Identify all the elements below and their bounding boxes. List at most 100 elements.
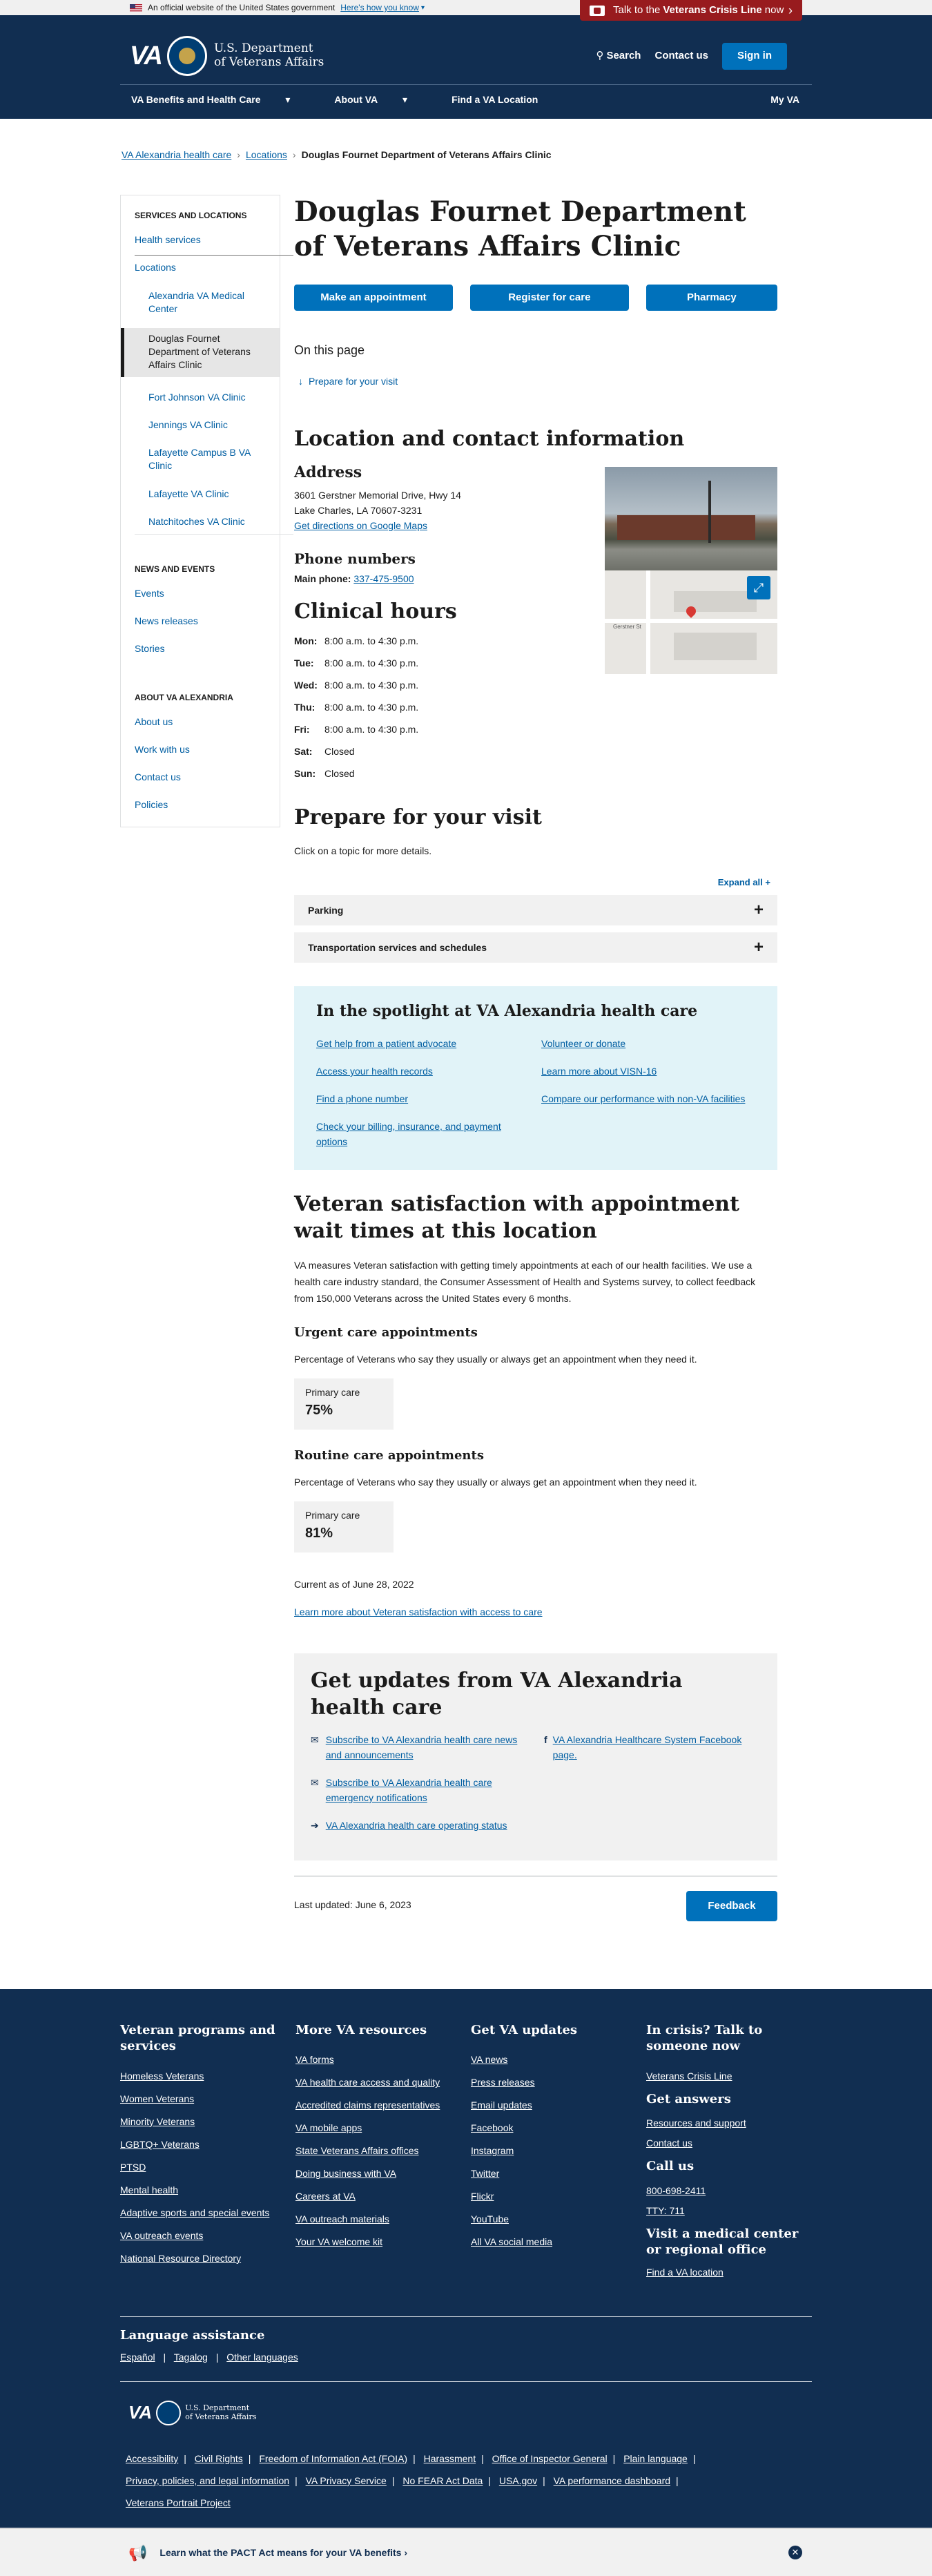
sidenav-stories[interactable]: Stories [121,642,179,655]
nav-find-location[interactable]: Find a VA Location [452,93,538,107]
sidenav-item-lafayette[interactable]: Lafayette VA Clinic [121,488,242,501]
footer-link[interactable]: YouTube [471,2213,509,2224]
nav-benefits[interactable]: VA Benefits and Health Care ▾ [131,93,312,107]
contact-us-link[interactable]: Contact us [654,48,708,64]
footer-link[interactable]: Press releases [471,2077,535,2088]
close-icon[interactable]: ✕ [788,2546,802,2559]
footer-legal-link[interactable]: Plain language [623,2453,688,2464]
footer-legal-link[interactable]: No FEAR Act Data [402,2475,483,2486]
footer-link[interactable]: Adaptive sports and special events [120,2207,269,2218]
footer-legal-link[interactable]: VA performance dashboard [554,2475,670,2486]
heres-how-you-know-link[interactable]: Here's how you know [340,1,419,14]
sidenav-policies[interactable]: Policies [121,798,182,811]
footer-link[interactable]: Contact us [646,2137,692,2149]
footer-link[interactable]: Accredited claims representatives [295,2099,440,2111]
footer-legal-link[interactable]: Office of Inspector General [492,2453,608,2464]
footer-link[interactable]: VA outreach materials [295,2213,389,2224]
footer-link[interactable]: VA mobile apps [295,2122,362,2133]
sidenav-about-us[interactable]: About us [121,715,186,729]
spotlight-link-compare[interactable]: Compare our performance with non-VA faci… [541,1091,748,1106]
footer-legal-link[interactable]: VA Privacy Service [306,2475,387,2486]
sidenav-item-jennings[interactable]: Jennings VA Clinic [121,419,242,432]
sidenav-contact-us[interactable]: Contact us [121,771,195,784]
footer-link[interactable]: Homeless Veterans [120,2070,204,2082]
nav-my-va[interactable]: My VA [770,93,799,107]
sidenav-item-lafayette-campus-b[interactable]: Lafayette Campus B VA Clinic [121,446,280,472]
footer-link[interactable]: VA outreach events [120,2230,203,2241]
footer-legal-link[interactable]: Veterans Portrait Project [126,2497,231,2508]
directions-link[interactable]: Get directions on Google Maps [294,520,427,531]
operating-status-link[interactable]: VA Alexandria health care operating stat… [326,1818,507,1833]
footer-link[interactable]: LGBTQ+ Veterans [120,2139,200,2150]
sidenav-item-alexandria-vamc[interactable]: Alexandria VA Medical Center [121,289,280,316]
footer-link[interactable]: PTSD [120,2162,146,2173]
spotlight-link-advocate[interactable]: Get help from a patient advocate [316,1036,530,1051]
footer-link[interactable]: Women Veterans [120,2093,194,2104]
spotlight-link-phone[interactable]: Find a phone number [316,1091,530,1106]
footer-legal-link[interactable]: Harassment [424,2453,476,2464]
spotlight-link-records[interactable]: Access your health records [316,1064,530,1079]
footer-link[interactable]: Twitter [471,2168,499,2179]
facility-map[interactable]: Gerstner St ⤢ [605,570,777,674]
footer-link[interactable]: Facebook [471,2122,513,2133]
footer-link[interactable]: Flickr [471,2191,494,2202]
subscribe-emergency-link[interactable]: Subscribe to VA Alexandria health care e… [326,1775,525,1805]
language-link-spanish[interactable]: Español [120,2352,155,2363]
footer-link[interactable]: National Resource Directory [120,2253,241,2264]
footer-link[interactable]: Email updates [471,2099,532,2111]
footer-link[interactable]: All VA social media [471,2236,552,2247]
expand-all-button[interactable]: Expand all + [718,876,770,890]
learn-more-satisfaction-link[interactable]: Learn more about Veteran satisfaction wi… [294,1605,543,1619]
footer-link[interactable]: VA health care access and quality [295,2077,440,2088]
footer-legal-link[interactable]: Accessibility [126,2453,178,2464]
footer-link[interactable]: Doing business with VA [295,2168,396,2179]
footer-link[interactable]: Minority Veterans [120,2116,195,2127]
footer-link[interactable]: Careers at VA [295,2191,356,2202]
accordion-parking[interactable]: Parking + [294,895,777,925]
footer-link[interactable]: Instagram [471,2145,514,2156]
footer-link[interactable]: Your VA welcome kit [295,2236,382,2247]
footer-link[interactable]: State Veterans Affairs offices [295,2145,418,2156]
feedback-button[interactable]: Feedback [686,1891,777,1921]
sidenav-item-fort-johnson[interactable]: Fort Johnson VA Clinic [121,391,260,404]
subscribe-news-link[interactable]: Subscribe to VA Alexandria health care n… [326,1732,525,1762]
sidenav-locations[interactable]: Locations [121,261,190,274]
sidenav-health-services[interactable]: Health services [121,233,215,247]
footer-legal-link[interactable]: Privacy, policies, and legal information [126,2475,289,2486]
footer-legal-link[interactable]: Civil Rights [195,2453,243,2464]
pharmacy-button[interactable]: Pharmacy [645,285,777,311]
sidenav-work-with-us[interactable]: Work with us [121,743,204,756]
sidenav-events[interactable]: Events [121,587,178,600]
footer-link[interactable]: VA news [471,2054,507,2065]
make-appointment-button[interactable]: Make an appointment [294,285,453,311]
footer-phone-link[interactable]: 800-698-2411 [646,2185,706,2196]
language-link-tagalog[interactable]: Tagalog [174,2352,208,2363]
footer-tty-link[interactable]: TTY: 711 [646,2205,685,2216]
register-for-care-button[interactable]: Register for care [469,285,629,311]
sidenav-item-douglas-fournet[interactable]: Douglas Fournet Department of Veterans A… [121,328,280,377]
main-phone-link[interactable]: 337-475-9500 [353,573,414,584]
pact-act-link[interactable]: Learn what the PACT Act means for your V… [159,2546,407,2560]
search-button[interactable]: ⚲ Search [596,48,641,64]
footer-link[interactable]: Resources and support [646,2117,746,2128]
sidenav-news-releases[interactable]: News releases [121,615,212,628]
footer-legal-link[interactable]: Freedom of Information Act (FOIA) [259,2453,407,2464]
footer-crisis-link[interactable]: Veterans Crisis Line [646,2070,732,2082]
breadcrumb-locations[interactable]: Locations [246,148,287,162]
facebook-page-link[interactable]: VA Alexandria Healthcare System Facebook… [553,1732,751,1762]
crisis-line-button[interactable]: Talk to the Veterans Crisis Line now › [580,0,802,21]
footer-link[interactable]: Mental health [120,2184,178,2195]
on-this-page-link[interactable]: Prepare for your visit [309,374,398,389]
spotlight-link-volunteer[interactable]: Volunteer or donate [541,1036,748,1051]
expand-map-icon[interactable]: ⤢ [747,576,770,599]
spotlight-link-visn[interactable]: Learn more about VISN-16 [541,1064,748,1079]
sign-in-button[interactable]: Sign in [722,43,787,70]
footer-find-location-link[interactable]: Find a VA location [646,2267,724,2278]
spotlight-link-billing[interactable]: Check your billing, insurance, and payme… [316,1119,530,1149]
breadcrumb-health-care[interactable]: VA Alexandria health care [122,148,231,162]
va-logo[interactable]: VA U.S. Department of Veterans Affairs [130,36,324,76]
accordion-transportation[interactable]: Transportation services and schedules + [294,932,777,963]
sidenav-item-natchitoches[interactable]: Natchitoches VA Clinic [121,515,259,528]
nav-about[interactable]: About VA ▾ [334,93,429,107]
footer-logo[interactable]: VA U.S. Department of Veterans Affairs [128,2399,256,2426]
